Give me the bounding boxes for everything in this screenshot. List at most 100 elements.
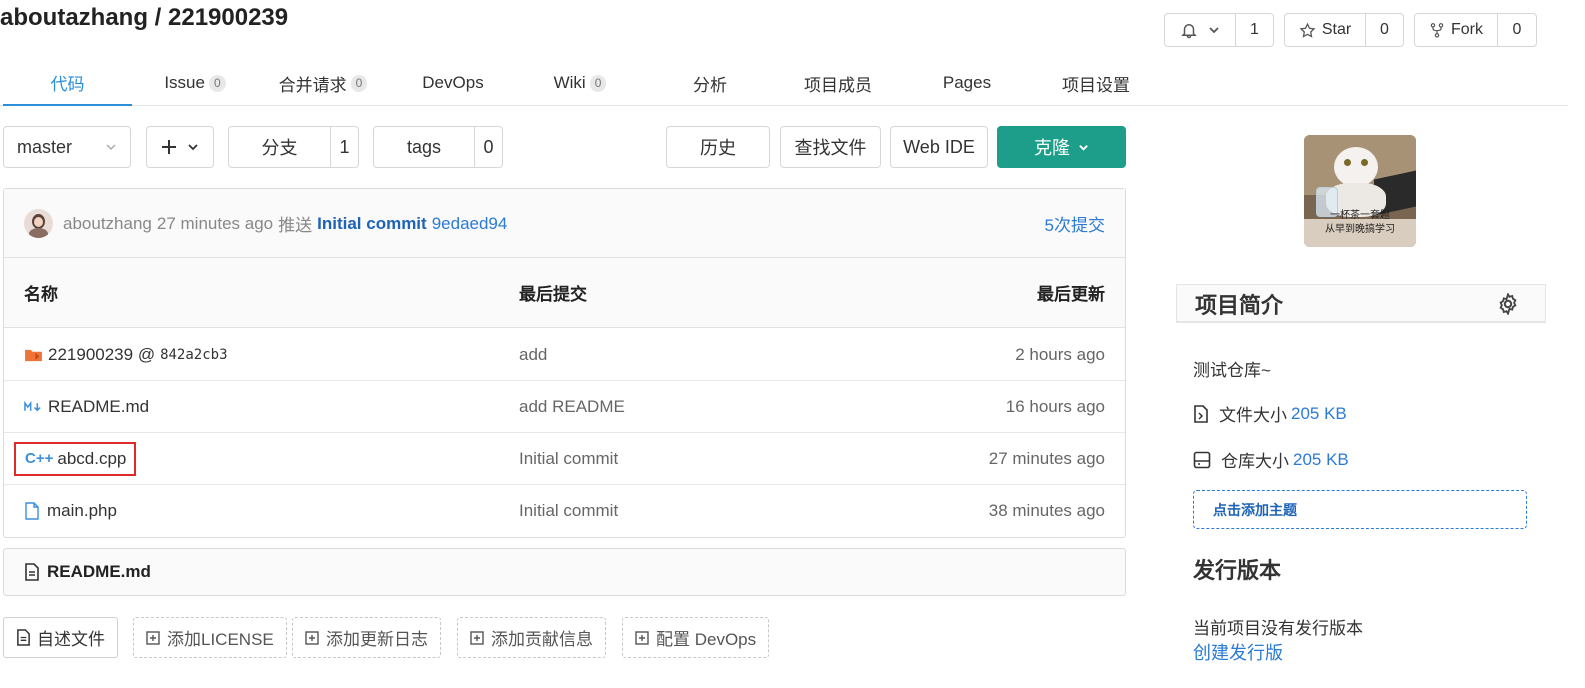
star-count: 0 <box>1365 14 1403 46</box>
releases-title: 发行版本 <box>1193 558 1282 583</box>
submodule-hash[interactable]: 842a2cb3 <box>160 347 227 363</box>
tags-count: 0 <box>474 127 502 167</box>
watch-button[interactable]: 1 <box>1164 13 1274 47</box>
tab-pages[interactable]: Pages <box>930 60 1004 106</box>
file-browser: aboutzhang 27 minutes ago 推送 Initial com… <box>3 188 1126 538</box>
repo-size-value: 205 KB <box>1293 449 1349 469</box>
chevron-down-icon <box>106 144 116 151</box>
find-file-button[interactable]: 查找文件 <box>780 126 881 168</box>
tab-merge-requests[interactable]: 合并请求 0 <box>268 60 378 106</box>
history-button[interactable]: 历史 <box>666 126 770 168</box>
plus-square-icon <box>470 630 484 645</box>
row-updated-time: 27 minutes ago <box>988 448 1105 468</box>
add-contributing-button[interactable]: 添加贡献信息 <box>457 617 606 658</box>
cpp-icon: C++ <box>25 450 54 467</box>
table-row: main.php Initial commit 38 minutes ago <box>4 485 1125 537</box>
row-updated-time: 16 hours ago <box>1005 396 1105 416</box>
column-name: 名称 <box>24 285 58 304</box>
file-table-header: 名称 最后提交 最后更新 <box>4 258 1125 328</box>
readme-title[interactable]: README.md <box>47 562 151 582</box>
add-changelog-button[interactable]: 添加更新日志 <box>292 617 441 658</box>
file-size-icon <box>1194 404 1208 423</box>
commit-hash[interactable]: 9edaed94 <box>432 214 508 234</box>
repo-title[interactable]: aboutazhang / 221900239 <box>0 4 288 32</box>
commits-count-link[interactable]: 5次提交 <box>1045 189 1105 258</box>
avatar[interactable] <box>24 209 53 238</box>
file-name[interactable]: 221900239 @ <box>48 345 155 365</box>
row-updated-time: 38 minutes ago <box>988 501 1105 520</box>
project-description: 测试仓库~ <box>1193 361 1271 380</box>
branches-button[interactable]: 分支 1 <box>228 126 359 168</box>
fork-icon <box>1430 23 1444 38</box>
row-commit-message[interactable]: Initial commit <box>519 433 618 484</box>
commit-summary: aboutzhang 27 minutes ago 推送 Initial com… <box>63 189 507 258</box>
add-topic-button[interactable]: 点击添加主题 <box>1193 490 1527 529</box>
star-button[interactable]: Star 0 <box>1284 13 1404 47</box>
issue-count-badge: 0 <box>208 74 226 92</box>
file-name[interactable]: abcd.cpp <box>57 449 126 469</box>
fork-button[interactable]: Fork 0 <box>1414 13 1537 47</box>
wiki-count-badge: 0 <box>589 74 607 92</box>
no-releases-text: 当前项目没有发行版本 <box>1193 619 1363 638</box>
config-devops-button[interactable]: 配置 DevOps <box>622 617 770 658</box>
commit-message[interactable]: Initial commit <box>317 214 427 234</box>
file-text-icon <box>25 563 39 581</box>
star-label: Star <box>1321 21 1352 38</box>
bell-icon <box>1181 24 1197 39</box>
file-name[interactable]: README.md <box>48 397 149 417</box>
readme-header: README.md <box>3 548 1126 596</box>
table-row: C++ abcd.cpp Initial commit 27 minutes a… <box>4 433 1125 485</box>
intro-title: 项目简介 <box>1195 292 1284 318</box>
file-name[interactable]: main.php <box>47 501 117 521</box>
file-size-value: 205 KB <box>1291 403 1347 423</box>
last-commit-bar: aboutzhang 27 minutes ago 推送 Initial com… <box>4 189 1125 258</box>
plus-icon <box>162 140 176 154</box>
row-commit-message[interactable]: Initial commit <box>519 485 618 537</box>
row-commit-message[interactable]: add <box>519 329 547 380</box>
file-text-icon <box>17 629 30 646</box>
branch-name: master <box>17 136 73 157</box>
tab-settings[interactable]: 项目设置 <box>1052 60 1140 106</box>
database-icon <box>1193 451 1211 468</box>
fork-count: 0 <box>1497 14 1536 46</box>
branches-count: 1 <box>330 127 358 167</box>
markdown-icon <box>24 400 41 411</box>
file-icon <box>25 502 39 520</box>
chevron-down-icon <box>188 144 198 151</box>
fork-label: Fork <box>1451 21 1483 38</box>
plus-square-icon <box>305 630 319 645</box>
tab-analytics[interactable]: 分析 <box>675 60 745 106</box>
tab-code[interactable]: 代码 <box>3 60 132 106</box>
watch-count: 1 <box>1235 14 1273 46</box>
chevron-down-icon <box>1209 27 1219 34</box>
create-release-link[interactable]: 创建发行版 <box>1193 639 1283 665</box>
web-ide-button[interactable]: Web IDE <box>890 126 988 168</box>
add-menu-button[interactable] <box>146 126 214 168</box>
clone-button[interactable]: 克隆 <box>997 126 1126 168</box>
commit-author[interactable]: aboutzhang <box>63 214 152 234</box>
chevron-down-icon <box>1079 144 1088 151</box>
project-avatar: 一杯茶一套题 从早到晚搞学习 <box>1304 135 1416 247</box>
column-last-update: 最后更新 <box>1037 285 1105 304</box>
column-last-commit: 最后提交 <box>519 285 587 304</box>
gear-icon[interactable] <box>1497 293 1519 315</box>
table-row: README.md add README 16 hours ago <box>4 381 1125 433</box>
branches-label: 分支 <box>261 138 298 158</box>
star-icon <box>1299 22 1316 38</box>
plus-square-icon <box>635 630 649 645</box>
tab-wiki[interactable]: Wiki 0 <box>540 60 620 106</box>
row-commit-message[interactable]: add README <box>519 381 625 432</box>
table-row: 221900239 @ 842a2cb3 add 2 hours ago <box>4 329 1125 381</box>
highlight-box: C++ abcd.cpp <box>14 441 137 476</box>
tags-label: tags <box>406 136 442 157</box>
repo-tabs: 代码 Issue 0 合并请求 0 DevOps Wiki 0 分析 项目成员 Pag… <box>0 60 1568 106</box>
branch-select[interactable]: master <box>3 126 131 168</box>
tab-members[interactable]: 项目成员 <box>795 60 881 106</box>
tags-button[interactable]: tags 0 <box>373 126 503 168</box>
tab-issue[interactable]: Issue 0 <box>150 60 240 106</box>
add-license-button[interactable]: 添加LICENSE <box>133 617 287 658</box>
readme-file-button[interactable]: 自述文件 <box>3 617 118 658</box>
plus-square-icon <box>146 630 160 645</box>
commit-action: 推送 <box>278 216 313 235</box>
tab-devops[interactable]: DevOps <box>410 60 496 106</box>
